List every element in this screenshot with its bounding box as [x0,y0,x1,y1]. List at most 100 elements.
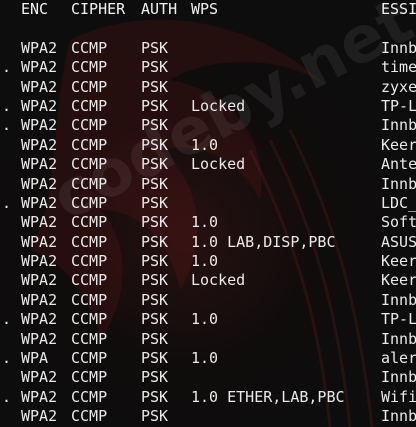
cell-enc: WPA2 [21,58,58,77]
cell-essid: TP-L [381,310,416,329]
table-row: WPA2 CCMP PSK 1.0 Soft [0,213,416,232]
cell-enc: WPA2 [21,368,58,387]
header-essid: ESSI [381,0,416,18]
cell-enc: WPA2 [21,290,58,309]
cell-enc: WPA2 [21,407,58,426]
table-row: WPA2 CCMP PSK Innb [0,407,416,426]
table-row: . WPA2 CCMP PSK time [0,58,416,77]
table-row: . WPA2 CCMP PSK 1.0 TP-L [0,310,416,329]
cell-essid: Innb [381,407,416,426]
cell-essid: Ante [381,155,416,174]
cell-pre: . [2,349,12,368]
cell-auth: PSK [141,290,169,309]
cell-cipher: CCMP [71,290,108,309]
cell-auth: PSK [141,38,169,57]
cell-auth: PSK [141,368,169,387]
cell-essid: Innb [381,290,416,309]
terminal-window[interactable]: codeby.net ENC CIPHER AUTH WPS ESSI WPA2… [0,0,416,427]
cell-enc: WPA2 [21,232,58,251]
cell-auth: PSK [141,329,169,348]
cell-essid: Innb [381,329,416,348]
cell-auth: PSK [141,252,169,271]
cell-essid: TP-L [381,96,416,115]
cell-essid: Keer [381,271,416,290]
table-header: ENC CIPHER AUTH WPS ESSI [0,0,416,19]
table-row: . WPA2 CCMP PSK LDC_ [0,194,416,213]
cell-essid: time [381,58,416,77]
cell-cipher: CCMP [71,329,108,348]
cell-cipher: CCMP [71,77,108,96]
table-row: WPA2 CCMP PSK Innb [0,175,416,194]
cell-enc: WPA2 [21,329,58,348]
cell-cipher: CCMP [71,387,108,406]
cell-cipher: CCMP [71,58,108,77]
cell-enc: WPA2 [21,38,58,57]
cell-essid: Soft [381,213,416,232]
cell-cipher: CCMP [71,407,108,426]
table-row: WPA2 CCMP PSK Innb [0,330,416,349]
cell-auth: PSK [141,116,169,135]
cell-auth: PSK [141,135,169,154]
cell-cipher: CCMP [71,349,108,368]
cell-enc: WPA2 [21,77,58,96]
cell-enc: WPA2 [21,174,58,193]
cell-auth: PSK [141,174,169,193]
table-row: WPA2 CCMP PSK 1.0 Keer [0,136,416,155]
table-row: WPA2 CCMP PSK Innb [0,368,416,387]
cell-cipher: CCMP [71,310,108,329]
cell-auth: PSK [141,310,169,329]
cell-enc: WPA2 [21,135,58,154]
cell-essid: Keer [381,252,416,271]
cell-enc: WPA2 [21,155,58,174]
cell-cipher: CCMP [71,213,108,232]
cell-enc: WPA2 [21,271,58,290]
cell-auth: PSK [141,232,169,251]
cell-enc: WPA2 [21,387,58,406]
cell-cipher: CCMP [71,252,108,271]
cell-cipher: CCMP [71,38,108,57]
cell-wps: 1.0 [191,310,219,329]
cell-cipher: CCMP [71,135,108,154]
cell-auth: PSK [141,58,169,77]
table-row: . WPA2 CCMP PSK Innb [0,116,416,135]
cell-wps: Locked [191,96,246,115]
cell-auth: PSK [141,349,169,368]
cell-essid: Wifi [381,387,416,406]
table-row: WPA2 CCMP PSK Innb [0,39,416,58]
cell-enc: WPA2 [21,213,58,232]
table-row: WPA2 CCMP PSK Locked Keer [0,271,416,290]
cell-cipher: CCMP [71,116,108,135]
cell-cipher: CCMP [71,271,108,290]
table-row: . WPA CCMP PSK 1.0 aler [0,349,416,368]
cell-auth: PSK [141,271,169,290]
table-row: WPA2 CCMP PSK Locked Ante [0,155,416,174]
cell-essid: Innb [381,174,416,193]
table-row [0,19,416,38]
wifi-scan-table: ENC CIPHER AUTH WPS ESSI WPA2 CCMP PSK Innb… [0,0,416,427]
cell-wps: Locked [191,155,246,174]
cell-wps: 1.0 [191,349,219,368]
cell-cipher: CCMP [71,96,108,115]
cell-enc: WPA2 [21,116,58,135]
cell-auth: PSK [141,193,169,212]
cell-wps: Locked [191,271,246,290]
cell-wps: 1.0 [191,135,219,154]
cell-wps: 1.0 [191,213,219,232]
table-row: WPA2 CCMP PSK 1.0 Keer [0,252,416,271]
table-row: . WPA2 CCMP PSK 1.0 ETHER,LAB,PBC Wifi [0,388,416,407]
cell-essid: LDC_ [381,193,416,212]
cell-auth: PSK [141,77,169,96]
cell-enc: WPA [21,349,49,368]
cell-essid: Innb [381,368,416,387]
cell-cipher: CCMP [71,368,108,387]
cell-cipher: CCMP [71,155,108,174]
table-row: WPA2 CCMP PSK 1.0 LAB,DISP,PBC ASUS [0,233,416,252]
cell-essid: ASUS [381,232,416,251]
cell-pre: . [2,96,12,115]
cell-wps: 1.0 ETHER,LAB,PBC [191,387,345,406]
header-cipher: CIPHER [71,0,126,18]
cell-essid: aler [381,349,416,368]
cell-wps: 1.0 LAB,DISP,PBC [191,232,336,251]
cell-essid: Innb [381,38,416,57]
cell-pre: . [2,193,12,212]
